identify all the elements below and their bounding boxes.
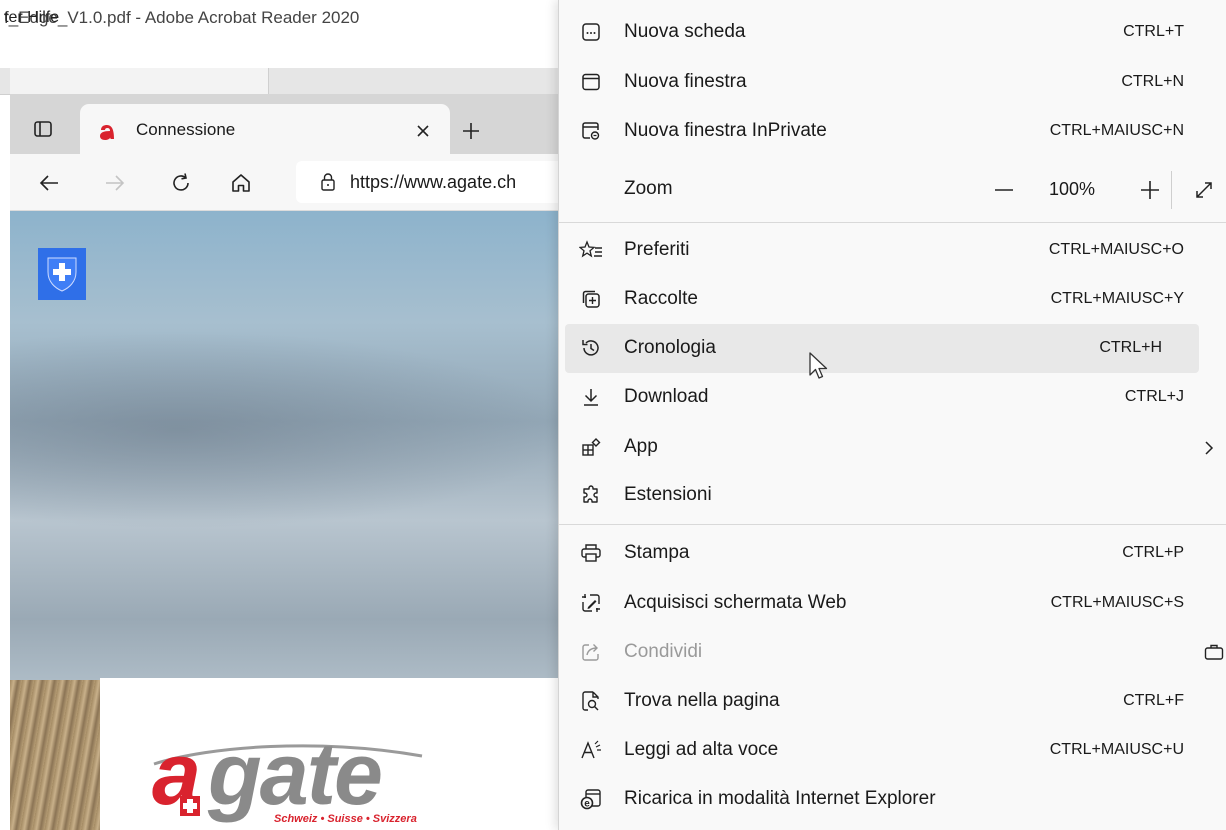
tab-title: Connessione bbox=[136, 120, 236, 139]
menu-label: Trova nella pagina bbox=[624, 690, 780, 711]
menu-item-apps[interactable]: App bbox=[559, 423, 1226, 472]
menu-item-share[interactable]: Condividi bbox=[559, 628, 1226, 677]
web-capture-icon bbox=[579, 591, 603, 615]
acrobat-menubar bbox=[0, 34, 560, 69]
menu-label: Estensioni bbox=[624, 484, 712, 505]
menu-item-collections[interactable]: Raccolte CTRL+MAIUSC+Y bbox=[559, 275, 1226, 324]
menu-label: Condividi bbox=[624, 641, 703, 662]
page-background-clouds bbox=[10, 330, 570, 530]
menu-shortcut: CTRL+MAIUSC+S bbox=[1050, 594, 1184, 611]
acrobat-tab[interactable] bbox=[10, 68, 269, 94]
menu-separator bbox=[559, 222, 1226, 223]
zoom-out-icon[interactable] bbox=[991, 177, 1017, 203]
menu-label: Stampa bbox=[624, 542, 690, 563]
close-tab-icon[interactable] bbox=[410, 118, 436, 144]
ie-mode-icon: e bbox=[579, 787, 603, 811]
fullscreen-icon[interactable] bbox=[1191, 177, 1217, 203]
history-icon bbox=[579, 336, 603, 360]
menu-label: Nuova finestra InPrivate bbox=[624, 120, 827, 141]
menu-item-extensions[interactable]: Estensioni bbox=[559, 471, 1226, 520]
menu-item-inprivate[interactable]: Nuova finestra InPrivate CTRL+MAIUSC+N bbox=[559, 107, 1226, 156]
menu-item-print[interactable]: Stampa CTRL+P bbox=[559, 529, 1226, 578]
collections-icon bbox=[579, 287, 603, 311]
menu-shortcut: CTRL+P bbox=[1122, 544, 1184, 561]
menu-item-new-window[interactable]: Nuova finestra CTRL+N bbox=[559, 58, 1226, 107]
read-aloud-icon bbox=[579, 738, 603, 762]
menu-item-downloads[interactable]: Download CTRL+J bbox=[559, 373, 1226, 422]
menu-item-web-capture[interactable]: Acquisisci schermata Web CTRL+MAIUSC+S bbox=[559, 579, 1226, 628]
logo-word-gate: gate bbox=[207, 724, 381, 823]
back-arrow-icon[interactable] bbox=[34, 168, 64, 198]
menu-item-find[interactable]: Trova nella pagina CTRL+F bbox=[559, 677, 1226, 726]
apps-icon bbox=[579, 435, 603, 459]
zoom-in-icon[interactable] bbox=[1137, 177, 1163, 203]
new-window-icon bbox=[579, 70, 603, 94]
briefcase-icon bbox=[1203, 641, 1225, 663]
extensions-icon bbox=[579, 483, 603, 507]
menu-shortcut: CTRL+MAIUSC+U bbox=[1049, 741, 1184, 758]
menu-label: Preferiti bbox=[624, 239, 690, 260]
menu-item-favorites[interactable]: Preferiti CTRL+MAIUSC+O bbox=[559, 226, 1226, 275]
inprivate-icon bbox=[579, 119, 603, 143]
new-tab-plus-icon[interactable] bbox=[456, 116, 486, 146]
home-icon[interactable] bbox=[226, 168, 256, 198]
menu-separator bbox=[559, 524, 1226, 525]
menu-shortcut: CTRL+T bbox=[1123, 23, 1184, 40]
tab-actions-icon[interactable] bbox=[28, 114, 58, 144]
menu-label: Leggi ad alta voce bbox=[624, 739, 779, 760]
menu-shortcut: CTRL+MAIUSC+N bbox=[1049, 122, 1184, 139]
lock-icon[interactable] bbox=[316, 170, 340, 194]
share-icon bbox=[579, 640, 603, 664]
chevron-right-icon bbox=[1199, 437, 1219, 459]
menu-label: Nuova scheda bbox=[624, 21, 746, 42]
forward-arrow-icon[interactable] bbox=[100, 168, 130, 198]
menu-shortcut: CTRL+MAIUSC+Y bbox=[1050, 290, 1184, 307]
refresh-icon[interactable] bbox=[166, 168, 196, 198]
menu-shortcut: CTRL+N bbox=[1121, 73, 1184, 90]
menu-item-new-tab[interactable]: Nuova scheda CTRL+T bbox=[559, 8, 1226, 57]
download-icon bbox=[579, 385, 603, 409]
menu-shortcut: CTRL+MAIUSC+O bbox=[1048, 241, 1184, 258]
menu-label: Nuova finestra bbox=[624, 71, 747, 92]
menu-label: Zoom bbox=[624, 178, 673, 199]
menu-label: Acquisisci schermata Web bbox=[624, 592, 847, 613]
menu-label: Raccolte bbox=[624, 288, 698, 309]
menu-label: Cronologia bbox=[624, 337, 716, 358]
agate-favicon-icon bbox=[95, 118, 121, 144]
svg-text:e: e bbox=[584, 799, 590, 810]
agate-logo: a gate Schweiz • Suisse • Svizzera bbox=[150, 718, 430, 828]
zoom-level: 100% bbox=[1049, 179, 1096, 199]
logo-tagline: Schweiz • Suisse • Svizzera bbox=[274, 813, 417, 825]
mouse-cursor-icon bbox=[809, 352, 828, 379]
menu-label: Download bbox=[624, 386, 709, 407]
new-tab-icon bbox=[579, 20, 603, 44]
swiss-shield-icon bbox=[38, 248, 86, 300]
menu-item-ie-mode[interactable]: e Ricarica in modalità Internet Explorer bbox=[559, 775, 1226, 824]
menu-item-history[interactable]: Cronologia CTRL+H bbox=[565, 324, 1199, 373]
favorites-icon bbox=[579, 238, 603, 262]
menu-shortcut: CTRL+J bbox=[1124, 388, 1184, 405]
menu-item-read-aloud[interactable]: Leggi ad alta voce CTRL+MAIUSC+U bbox=[559, 726, 1226, 775]
settings-menu: Nuova scheda CTRL+T Nuova finestra CTRL+… bbox=[558, 0, 1226, 830]
acrobat-menu-help[interactable]: ter Hilfe bbox=[4, 9, 59, 27]
menu-item-zoom: Zoom 100% bbox=[559, 165, 1226, 214]
address-url: https://www.agate.ch bbox=[350, 172, 517, 192]
menu-label: Ricarica in modalità Internet Explorer bbox=[624, 788, 936, 809]
zoom-divider bbox=[1171, 171, 1172, 209]
menu-shortcut: CTRL+H bbox=[1099, 339, 1162, 356]
print-icon bbox=[579, 541, 603, 565]
find-in-page-icon bbox=[579, 689, 603, 713]
menu-shortcut: CTRL+F bbox=[1123, 692, 1184, 709]
menu-label: App bbox=[624, 436, 658, 457]
